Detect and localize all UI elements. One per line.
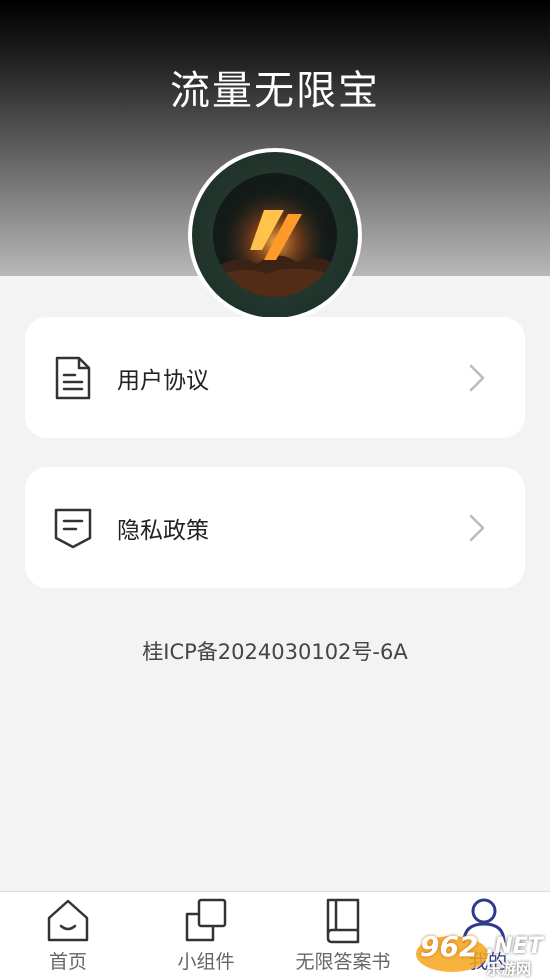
watermark-number: 962 xyxy=(420,930,479,963)
home-icon xyxy=(47,899,89,942)
tab-widgets-label: 小组件 xyxy=(177,951,235,973)
chevron-right-icon xyxy=(469,514,485,542)
app-logo-icon xyxy=(192,152,358,318)
privacy-policy-label: 隐私政策 xyxy=(117,518,209,544)
tab-answer-book[interactable]: 无限答案书 xyxy=(286,892,400,979)
app-title: 流量无限宝 xyxy=(170,68,380,114)
document-icon xyxy=(55,356,91,400)
message-icon xyxy=(54,508,92,549)
privacy-policy-item[interactable]: 隐私政策 xyxy=(25,467,525,588)
tab-widgets[interactable]: 小组件 xyxy=(158,892,254,979)
tab-home[interactable]: 首页 xyxy=(20,892,116,979)
tab-answer-book-label: 无限答案书 xyxy=(295,951,391,973)
app-avatar[interactable] xyxy=(188,148,362,322)
user-agreement-item[interactable]: 用户协议 xyxy=(25,317,525,438)
watermark-chinese: 乐游网 xyxy=(486,960,532,978)
chevron-right-icon xyxy=(469,364,485,392)
book-icon xyxy=(326,898,360,944)
watermark-suffix: .NET xyxy=(486,934,543,959)
user-agreement-label: 用户协议 xyxy=(117,368,209,394)
icp-license-text: 桂ICP备2024030102号-6A xyxy=(142,640,408,664)
tab-home-label: 首页 xyxy=(48,951,87,973)
watermark-logo: 962 .NET 乐游网 xyxy=(412,926,550,978)
widgets-icon xyxy=(185,898,227,942)
